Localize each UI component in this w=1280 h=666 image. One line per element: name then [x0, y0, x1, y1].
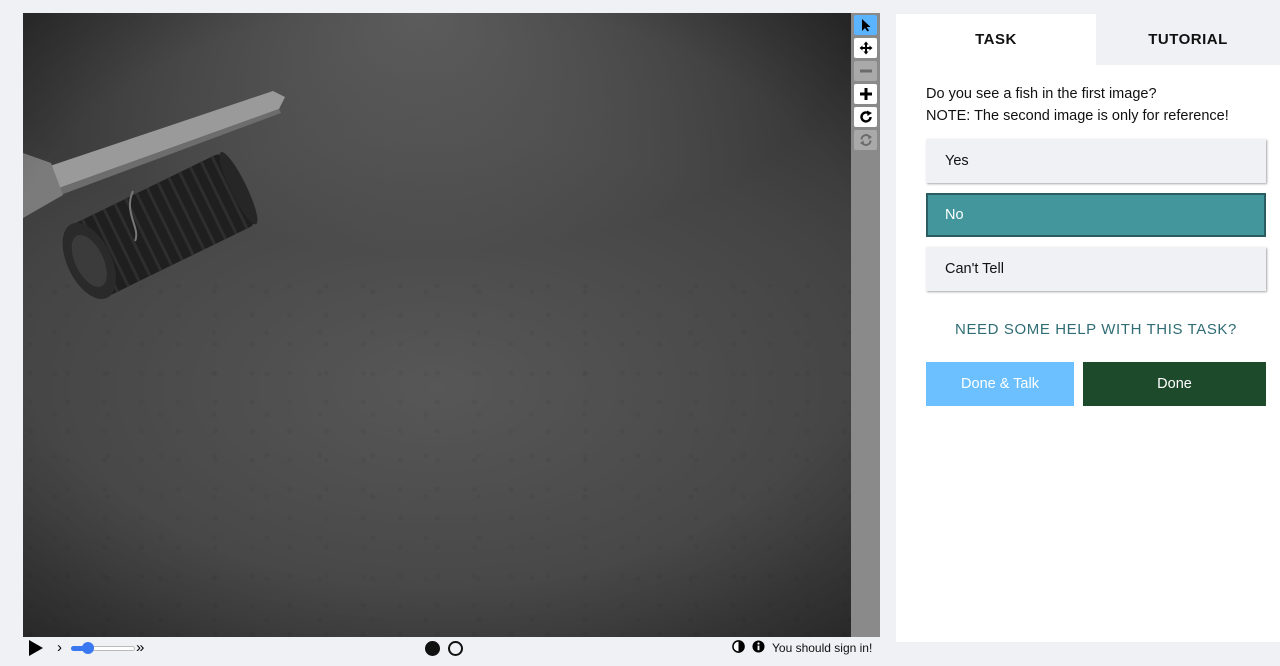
zoom-in-icon — [859, 88, 872, 100]
panel-tabs: TASK TUTORIAL — [896, 14, 1280, 65]
sign-in-notice: You should sign in! — [772, 641, 873, 655]
move-icon — [859, 41, 872, 55]
tab-task[interactable]: TASK — [896, 14, 1096, 65]
pointer-icon — [861, 19, 870, 32]
help-link[interactable]: NEED SOME HELP WITH THIS TASK? — [926, 321, 1266, 338]
rotate-button[interactable] — [854, 107, 877, 127]
faster-button[interactable]: » — [136, 638, 144, 658]
slower-button[interactable]: › — [57, 639, 62, 657]
answer-cant-tell[interactable]: Can't Tell — [926, 247, 1266, 291]
frame-2-dot[interactable] — [448, 641, 463, 656]
contrast-icon[interactable] — [732, 640, 745, 653]
question-text: Do you see a fish in the first image? — [926, 86, 1157, 102]
frame-1-dot[interactable] — [425, 641, 440, 656]
subject-image-viewer[interactable] — [23, 13, 851, 637]
speed-slider[interactable] — [71, 642, 135, 654]
play-icon[interactable] — [28, 639, 44, 657]
task-panel: TASK TUTORIAL Do you see a fish in the f… — [896, 14, 1280, 642]
done-button[interactable]: Done — [1083, 362, 1266, 406]
info-icon[interactable] — [752, 640, 765, 653]
move-tool-button[interactable] — [854, 38, 877, 58]
tab-tutorial[interactable]: TUTORIAL — [1096, 14, 1280, 65]
pointer-tool-button[interactable] — [854, 15, 877, 35]
speed-slider-thumb[interactable] — [82, 642, 95, 654]
image-vignette — [23, 13, 851, 637]
answer-no[interactable]: No — [926, 193, 1266, 237]
zoom-out-button[interactable] — [854, 61, 877, 81]
viewer-toolbar — [851, 13, 880, 637]
zoom-in-button[interactable] — [854, 84, 877, 104]
playback-controls: › » You should sign in! — [23, 637, 880, 659]
reset-icon — [859, 134, 872, 146]
zoom-out-icon — [859, 69, 872, 73]
done-and-talk-button[interactable]: Done & Talk — [926, 362, 1074, 406]
reset-view-button[interactable] — [854, 130, 877, 150]
task-question: Do you see a fish in the first image? NO… — [926, 83, 1266, 127]
question-note: NOTE: The second image is only for refer… — [926, 108, 1229, 124]
rotate-icon — [859, 110, 872, 123]
answer-yes[interactable]: Yes — [926, 139, 1266, 183]
